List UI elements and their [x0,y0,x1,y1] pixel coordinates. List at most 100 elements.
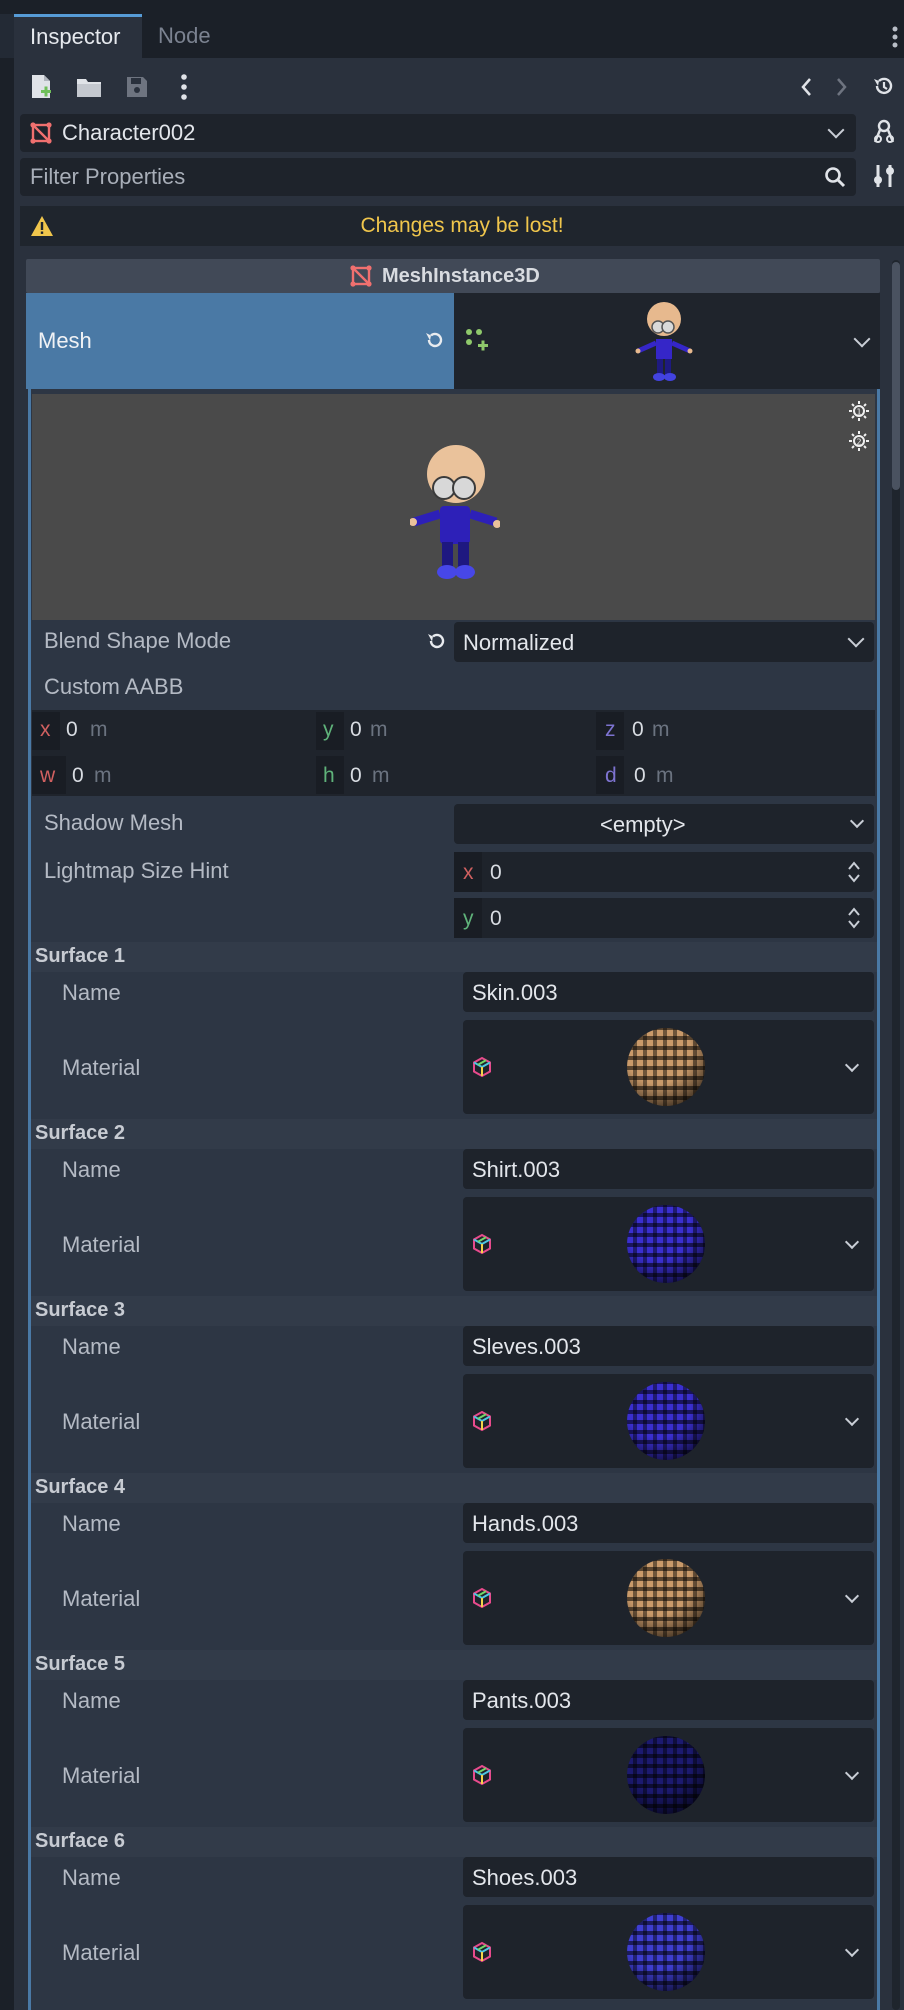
surface-name-field[interactable]: Pants.003 [463,1680,874,1720]
chevron-down-icon [844,1942,860,1958]
chevron-down-icon [844,1057,860,1073]
mesh-property[interactable]: Mesh [26,293,454,389]
chevron-down-icon [847,630,865,648]
warning-text: Changes may be lost! [360,214,564,237]
chevron-down-icon [844,1588,860,1604]
surface-name-label: Name [62,1688,121,1713]
dock-menu-icon[interactable] [892,26,902,54]
blend-shape-mode-select[interactable]: Normalized [454,622,874,662]
surface-name-field[interactable]: Skin.003 [463,972,874,1012]
chevron-down-icon [844,1765,860,1781]
svg-text:1: 1 [856,408,861,417]
material-cube-icon [471,1764,493,1786]
surface-material-picker[interactable] [463,1197,874,1291]
aabb-w-value[interactable]: 0 [72,764,84,788]
dock-tabs: Inspector Node [14,14,904,58]
surface-material-picker[interactable] [463,1551,874,1645]
surface-header-bg [31,1827,877,1857]
add-mesh-icon[interactable] [464,327,490,358]
light-2-icon[interactable]: 2 [848,430,870,457]
surface-material-picker[interactable] [463,1905,874,1999]
surface-name-value: Hands.003 [472,1511,579,1536]
spinner-icon[interactable] [846,860,862,889]
section-title: MeshInstance3D [382,265,540,287]
custom-aabb-label: Custom AABB [44,674,184,699]
aabb-h-axis: h [323,764,335,787]
class-docs-icon[interactable] [868,116,900,148]
material-sphere-preview [627,1559,705,1637]
surface-title: Surface 3 [35,1299,126,1321]
surface-name-value: Pants.003 [472,1688,572,1713]
save-icon[interactable] [122,72,152,102]
aabb-y-axis: y [323,718,334,741]
custom-aabb-fields [32,710,875,796]
surface-header-bg [31,942,877,972]
node-selector[interactable]: Character002 [20,114,856,152]
surface-material-label: Material [62,1940,141,1965]
aabb-w-axis: w [40,764,56,787]
lightmap-size-hint-label: Lightmap Size Hint [44,858,229,883]
surface-name-field[interactable]: Shirt.003 [463,1149,874,1189]
material-cube-icon [471,1587,493,1609]
aabb-h-value[interactable]: 0 [350,764,362,788]
surface-material-label: Material [62,1763,141,1788]
tools-icon[interactable] [868,160,900,192]
history-back-icon[interactable] [796,74,816,100]
surface-header-bg [31,1119,877,1149]
surface-name-label: Name [62,1157,121,1182]
surface-name-field[interactable]: Shoes.003 [463,1857,874,1897]
tab-inspector[interactable]: Inspector [14,14,142,58]
chevron-down-icon [827,121,845,139]
surface-material-picker[interactable] [463,1728,874,1822]
mesh-resource-picker[interactable] [454,293,880,389]
warning-banner: Changes may be lost! [20,206,904,246]
spinner-icon[interactable] [846,906,862,935]
surface-name-label: Name [62,1865,121,1890]
new-resource-icon[interactable] [26,72,56,102]
node-name: Character002 [62,120,196,145]
shadow-mesh-picker[interactable]: <empty> [454,804,874,844]
material-sphere-preview [627,1913,705,1991]
material-sphere-preview [627,1205,705,1283]
surface-material-picker[interactable] [463,1374,874,1468]
aabb-w-unit: m [94,764,112,787]
scrollbar-thumb[interactable] [892,262,900,490]
surface-name-label: Name [62,980,121,1005]
tab-node[interactable]: Node [142,14,232,58]
surface-name-field[interactable]: Sleves.003 [463,1326,874,1366]
scrollbar-track[interactable] [892,260,900,2010]
chevron-down-icon [853,330,871,348]
recent-history-icon[interactable] [870,72,898,100]
revert-icon[interactable] [426,630,448,657]
surface-header-bg [31,1650,877,1680]
aabb-y-value[interactable]: 0 [350,718,362,742]
light-1-icon[interactable]: 1 [848,400,870,427]
section-header[interactable]: MeshInstance3D [26,259,880,293]
revert-icon[interactable] [424,329,446,356]
aabb-y-unit: m [370,718,388,741]
mesh-thumbnail [634,299,694,388]
material-cube-icon [471,1233,493,1255]
lightmap-y-field[interactable]: y 0 [454,898,874,938]
surface-name-label: Name [62,1511,121,1536]
material-cube-icon [471,1410,493,1432]
blend-shape-mode-value: Normalized [463,630,575,655]
surface-name-field[interactable]: Hands.003 [463,1503,874,1543]
material-cube-icon [471,1056,493,1078]
more-options-icon[interactable] [176,72,192,102]
surface-material-label: Material [62,1586,141,1611]
aabb-x-unit: m [90,718,108,741]
surface-material-picker[interactable] [463,1020,874,1114]
aabb-d-value[interactable]: 0 [634,764,646,788]
filter-properties-input[interactable]: Filter Properties [20,158,856,196]
aabb-z-unit: m [652,718,670,741]
material-cube-icon [471,1941,493,1963]
aabb-x-value[interactable]: 0 [66,718,78,742]
aabb-z-value[interactable]: 0 [632,718,644,742]
aabb-d-axis: d [605,764,617,787]
open-folder-icon[interactable] [74,72,104,102]
chevron-down-icon [849,813,865,829]
lightmap-x-field[interactable]: x 0 [454,852,874,892]
history-forward-icon[interactable] [832,74,852,100]
mesh-preview: 1 2 [32,394,875,620]
